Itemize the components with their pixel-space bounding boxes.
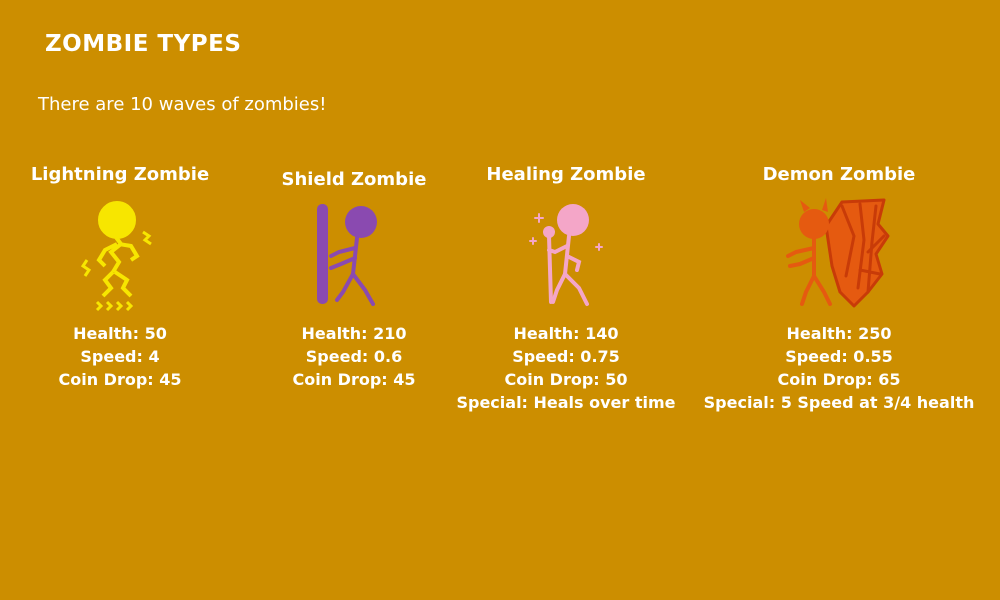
zombie-name: Demon Zombie xyxy=(762,164,916,185)
lightning-zombie-icon xyxy=(75,200,165,319)
shield-zombie-icon xyxy=(309,200,399,314)
zombie-health: Health: 140 xyxy=(513,324,619,343)
demon-zombie-icon xyxy=(784,196,894,318)
healing-zombie-icon xyxy=(521,200,611,319)
zombie-coin-drop: Coin Drop: 50 xyxy=(504,370,628,389)
zombie-coin-drop: Coin Drop: 65 xyxy=(777,370,901,389)
zombie-health: Health: 250 xyxy=(786,324,892,343)
zombie-speed: Speed: 0.75 xyxy=(512,347,620,366)
zombie-special: Special: 5 Speed at 3/4 health xyxy=(703,393,975,412)
zombie-name: Healing Zombie xyxy=(486,164,646,185)
page-subtitle: There are 10 waves of zombies! xyxy=(38,94,327,115)
zombie-special: Special: Heals over time xyxy=(456,393,676,412)
page-title: ZOMBIE TYPES xyxy=(45,31,242,57)
zombie-speed: Speed: 0.55 xyxy=(785,347,893,366)
